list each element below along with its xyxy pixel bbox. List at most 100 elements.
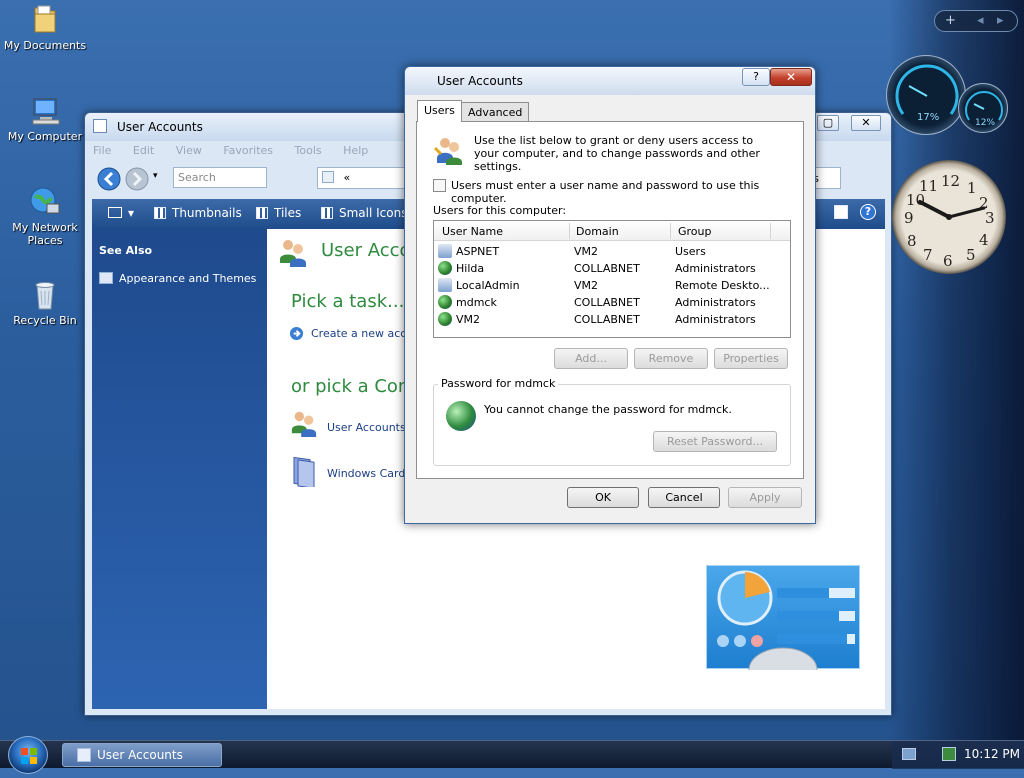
column-separator[interactable] [569, 223, 570, 239]
add-gadget-button[interactable]: + [945, 11, 956, 31]
sidebar-link-appearance[interactable]: Appearance and Themes [119, 272, 256, 285]
user-accounts-window-icon [77, 748, 91, 762]
checklist-icon[interactable] [834, 205, 848, 219]
search-input[interactable]: Search [173, 167, 267, 188]
close-icon[interactable]: ✕ [851, 115, 881, 131]
help-icon[interactable]: ? [860, 204, 876, 220]
cpu-gauge-icon [895, 64, 959, 115]
desktop-icon-recycle-bin[interactable]: Recycle Bin [0, 279, 90, 327]
table-row[interactable]: LocalAdmin VM2 Remote Deskto... [434, 277, 790, 294]
table-row[interactable]: Hilda COLLABNET Administrators [434, 260, 790, 277]
tiles-button[interactable]: Tiles [256, 206, 301, 220]
tab-advanced[interactable]: Advanced [461, 102, 530, 122]
desktop-icon-my-documents[interactable]: My Documents [0, 4, 90, 52]
network-globe-icon [30, 187, 60, 214]
taskbar-button-user-accounts[interactable]: User Accounts [62, 743, 222, 767]
taskbar-button-label: User Accounts [97, 748, 183, 762]
users-icon [280, 240, 306, 267]
menu-edit[interactable]: Edit [133, 144, 154, 157]
user-accounts-dialog: User Accounts ? ✕ Users Advanced Use the… [404, 66, 816, 524]
users-list-label: Users for this computer: [433, 204, 567, 217]
window-icon [93, 119, 107, 133]
tiles-icon [256, 207, 268, 219]
memory-percent: 12% [975, 118, 996, 128]
menu-favorites[interactable]: Favorites [223, 144, 273, 157]
ok-button[interactable]: OK [567, 487, 639, 508]
user-accounts-link[interactable]: User Accounts [327, 421, 406, 434]
help-button[interactable]: ? [742, 68, 770, 86]
column-separator[interactable] [670, 223, 671, 239]
column-user-name[interactable]: User Name [442, 225, 503, 238]
forward-arrow-icon[interactable] [125, 167, 149, 191]
menu-file[interactable]: File [93, 144, 111, 157]
menu-tools[interactable]: Tools [295, 144, 322, 157]
remove-user-button[interactable]: Remove [634, 348, 708, 369]
apply-button[interactable]: Apply [728, 487, 802, 508]
desktop-icon-my-computer[interactable]: My Computer [0, 95, 90, 143]
desktop-icon-my-network-places[interactable]: My Network Places [0, 186, 90, 247]
group-cell: Remote Deskto... [675, 279, 770, 292]
cardspace-link[interactable]: Windows CardS [327, 467, 412, 480]
small-icons-label: Small Icons [339, 206, 408, 220]
require-password-label[interactable]: Users must enter a user name and passwor… [451, 179, 803, 205]
globe-user-icon [438, 295, 452, 309]
table-row[interactable]: mdmck COLLABNET Administrators [434, 294, 790, 311]
require-password-checkbox[interactable] [433, 179, 446, 192]
users-list-header: User Name Domain Group [434, 221, 790, 241]
computer-icon [32, 98, 60, 125]
column-group[interactable]: Group [678, 225, 712, 238]
tab-users[interactable]: Users [417, 100, 462, 122]
memory-meter-gadget[interactable]: 12% [958, 83, 1008, 133]
properties-button[interactable]: Properties [714, 348, 788, 369]
maximize-icon[interactable]: ▢ [817, 115, 839, 131]
clock-gadget[interactable]: 12 1 2 3 4 5 6 7 8 9 10 11 [892, 160, 1006, 274]
start-orb-button[interactable] [8, 736, 48, 774]
small-icons-icon [321, 207, 333, 219]
group-cell: Users [675, 245, 706, 258]
windows-logo-icon [21, 748, 37, 764]
gadget-next-button[interactable]: ▸ [997, 11, 1004, 31]
control-panel-icon [322, 171, 334, 183]
users-keys-icon [433, 138, 462, 165]
gadget-prev-button[interactable]: ◂ [977, 11, 984, 31]
user-name-cell: Hilda [456, 262, 485, 275]
address-value: « [343, 171, 351, 184]
clock-time[interactable]: 10:12 PM [964, 747, 1020, 761]
cpu-percent: 17% [917, 112, 940, 123]
explorer-menu-bar: File Edit View Favorites Tools Help [93, 144, 386, 162]
cancel-button[interactable]: Cancel [648, 487, 720, 508]
users-list[interactable]: User Name Domain Group ASPNET VM2 Users … [433, 220, 791, 338]
tiles-label: Tiles [274, 206, 302, 220]
menu-view[interactable]: View [176, 144, 202, 157]
dialog-title: User Accounts [437, 74, 523, 88]
domain-cell: COLLABNET [574, 296, 640, 309]
address-bar[interactable]: « [317, 167, 413, 189]
keyboard-icon[interactable] [902, 748, 916, 760]
small-icons-button[interactable]: Small Icons [321, 206, 407, 220]
chevron-down-icon[interactable]: ▾ [153, 171, 158, 181]
table-row[interactable]: VM2 COLLABNET Administrators [434, 311, 790, 328]
users-tab-panel: Use the list below to grant or deny user… [416, 121, 804, 479]
network-icon[interactable] [942, 747, 956, 761]
computer-user-icon [438, 244, 452, 258]
thumbnails-button[interactable]: Thumbnails [154, 206, 242, 220]
add-user-button[interactable]: Add... [554, 348, 628, 369]
table-row[interactable]: ASPNET VM2 Users [434, 243, 790, 260]
column-domain[interactable]: Domain [576, 225, 619, 238]
cpu-meter-gadget[interactable]: 17% [886, 55, 966, 135]
sidebar-heading: See Also [99, 244, 153, 257]
dialog-title-bar[interactable]: User Accounts ? ✕ [405, 67, 815, 95]
reset-password-button[interactable]: Reset Password... [653, 431, 777, 452]
back-arrow-icon[interactable] [97, 167, 121, 191]
user-name-cell: ASPNET [456, 245, 500, 258]
user-accounts-icon [291, 411, 317, 437]
gadget-toolbar: + ◂ ▸ [934, 10, 1018, 32]
menu-help[interactable]: Help [343, 144, 368, 157]
group-cell: Administrators [675, 296, 756, 309]
recycle-bin-icon [35, 282, 55, 310]
explorer-sidebar: See Also Appearance and Themes [92, 229, 267, 709]
column-separator[interactable] [770, 223, 771, 239]
group-cell: Administrators [675, 313, 756, 326]
view-menu-button[interactable]: ▾ [108, 206, 134, 220]
close-button[interactable]: ✕ [770, 68, 812, 86]
